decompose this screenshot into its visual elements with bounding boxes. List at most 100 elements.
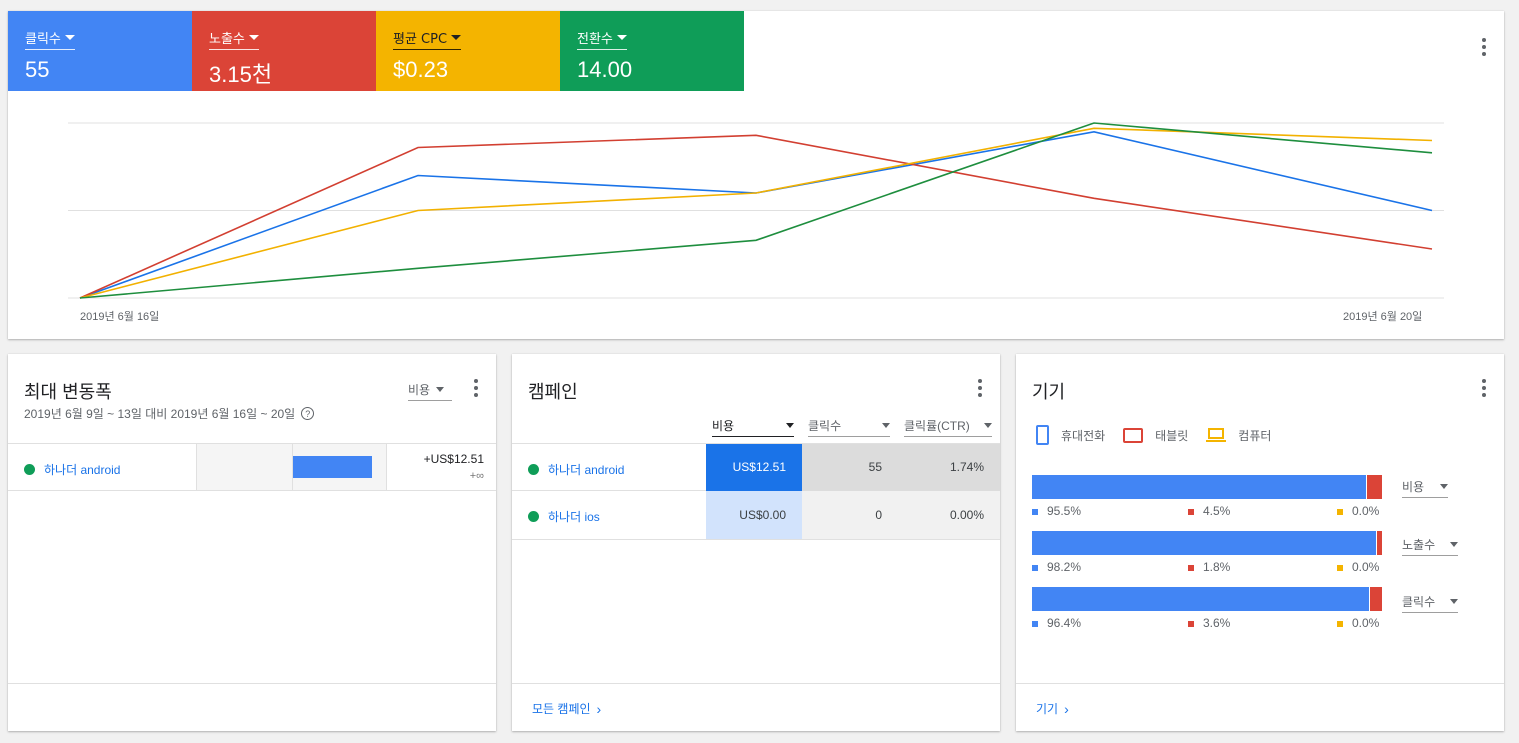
pct-value: 1.8% [1203,560,1231,574]
ctr-cell: 0.00% [898,491,1000,539]
series-line-1 [79,134,1433,299]
chevron-down-icon [248,35,259,40]
phone-pct: 98.2% [1032,560,1081,574]
metric-dropdown-avg-cpc[interactable]: 평균 CPC [393,28,462,50]
campaign-link[interactable]: 하나더 ios [548,508,600,525]
ctr-cell: 1.74% [898,444,1000,491]
metric-tile-conversions[interactable]: 전환수 14.00 [560,11,744,91]
tablet-segment [1369,587,1382,611]
metric-tile-impressions[interactable]: 노출수 3.15천 [192,11,376,91]
card-title: 최대 변동폭 [24,382,112,402]
tablet-segment [1366,475,1382,499]
status-enabled-icon [528,511,539,522]
tablet-pct: 4.5% [1188,504,1230,518]
card-title: 기기 [1032,382,1066,402]
more-options-icon[interactable] [1474,37,1494,57]
pct-value: 96.4% [1047,616,1082,630]
legend-label: 휴대전화 [1061,428,1106,443]
chevron-down-icon [616,35,627,40]
pct-value: 3.6% [1203,616,1231,630]
change-bar-track [196,444,387,490]
bar-metric-dropdown[interactable]: 비용 [1402,478,1448,498]
column-header-label: 클릭수 [808,419,842,433]
chevron-right-icon: › [596,700,602,717]
series-line-3 [79,122,1433,299]
computer-pct: 0.0% [1337,560,1379,574]
cost-cell: US$12.51 [706,444,802,491]
pct-value: 0.0% [1352,504,1380,518]
chevron-down-icon [1440,484,1448,489]
dropdown-value: 노출수 [1402,538,1436,552]
link-label: 모든 캠페인 [532,702,591,716]
change-percent: +∞ [469,470,484,482]
card-footer: 기기 › [1016,683,1504,731]
column-header-clicks[interactable]: 클릭수 [808,417,890,437]
pct-value: 0.0% [1352,616,1380,630]
column-header-ctr[interactable]: 클릭률(CTR) [904,417,992,437]
campaigns-card: 캠페인 비용 클릭수 클릭률(CTR) 하나더 android US$12.51… [512,354,1000,731]
more-options-icon[interactable] [1474,378,1494,398]
metric-dropdown[interactable]: 비용 [408,381,452,401]
metric-value: 3.15천 [209,62,273,87]
clicks-cell: 0 [802,491,898,539]
devices-card: 기기 휴대전화 태블릿 컴퓨터 95.5% 4.5% 0.0% 비용 98.2%… [1016,354,1504,731]
table-row[interactable]: 하나더 ios US$0.00 0 0.00% [512,491,1000,540]
date-range-text: 2019년 6월 9일 ~ 13일 대비 2019년 6월 16일 ~ 20일 … [24,405,315,422]
phone-segment [1032,475,1366,499]
metric-tile-clicks[interactable]: 클릭수 55 [8,11,192,91]
help-circle-icon[interactable]: ? [301,407,315,420]
change-value: +US$12.51 [423,452,484,466]
card-title: 캠페인 [528,382,578,402]
more-options-icon[interactable] [466,378,486,398]
pct-value: 98.2% [1047,560,1082,574]
computer-pct: 0.0% [1337,504,1379,518]
device-bar-impressions [1032,531,1382,555]
campaign-link[interactable]: 하나더 android [548,461,625,478]
column-header-label: 클릭률(CTR) [904,419,970,433]
biggest-changes-card: 최대 변동폭 2019년 6월 9일 ~ 13일 대비 2019년 6월 16일… [8,354,496,731]
column-header-cost[interactable]: 비용 [712,417,794,437]
x-axis-end-label: 2019년 6월 20일 [1343,311,1423,323]
cost-cell: US$0.00 [706,491,802,539]
status-enabled-icon [24,464,35,475]
metric-dropdown-conversions[interactable]: 전환수 [577,28,627,50]
column-header-label: 비용 [712,419,735,433]
tablet-pct: 3.6% [1188,616,1230,630]
device-percentages: 98.2% 1.8% 0.0% [1032,560,1382,574]
device-percentages: 96.4% 3.6% 0.0% [1032,616,1382,630]
device-percentages: 95.5% 4.5% 0.0% [1032,504,1382,518]
chevron-down-icon [882,423,890,428]
table-row[interactable]: 하나더 android +US$12.51 +∞ [8,443,496,491]
x-axis-start-label: 2019년 6월 16일 [80,311,160,323]
campaign-cell: 하나더 android [528,461,625,478]
metric-label: 전환수 [577,32,613,47]
dropdown-value: 클릭수 [1402,595,1436,609]
series-line-2 [79,127,1433,299]
metric-dropdown-clicks[interactable]: 클릭수 [25,28,75,50]
campaign-cell: 하나더 ios [528,508,600,525]
metric-dropdown-impressions[interactable]: 노출수 [209,28,259,50]
sort-desc-icon [786,423,794,428]
metric-value: $0.23 [393,57,449,82]
device-bar-clicks [1032,587,1382,611]
table-row[interactable]: 하나더 android US$12.51 55 1.74% [512,443,1000,491]
bar-metric-dropdown[interactable]: 클릭수 [1402,593,1458,613]
date-range-label: 2019년 6월 9일 ~ 13일 대비 2019년 6월 16일 ~ 20일 [24,407,296,421]
device-bar-cost [1032,475,1382,499]
campaign-link[interactable]: 하나더 android [44,461,121,478]
metric-tile-avg-cpc[interactable]: 평균 CPC $0.23 [376,11,560,91]
laptop-icon [1206,427,1227,443]
all-campaigns-link[interactable]: 모든 캠페인 › [532,700,601,717]
devices-link[interactable]: 기기 › [1036,700,1069,717]
bar-metric-dropdown[interactable]: 노출수 [1402,536,1458,556]
more-options-icon[interactable] [970,378,990,398]
chevron-down-icon [451,35,462,40]
metric-label: 클릭수 [25,32,61,47]
phone-icon [1036,425,1049,445]
tablet-pct: 1.8% [1188,560,1230,574]
phone-segment [1032,587,1369,611]
performance-card: 클릭수 55 노출수 3.15천 평균 CPC $0.23 전환수 14.00 … [8,11,1504,339]
card-footer [8,683,496,731]
dropdown-value: 비용 [408,383,431,397]
chevron-down-icon [1450,542,1458,547]
